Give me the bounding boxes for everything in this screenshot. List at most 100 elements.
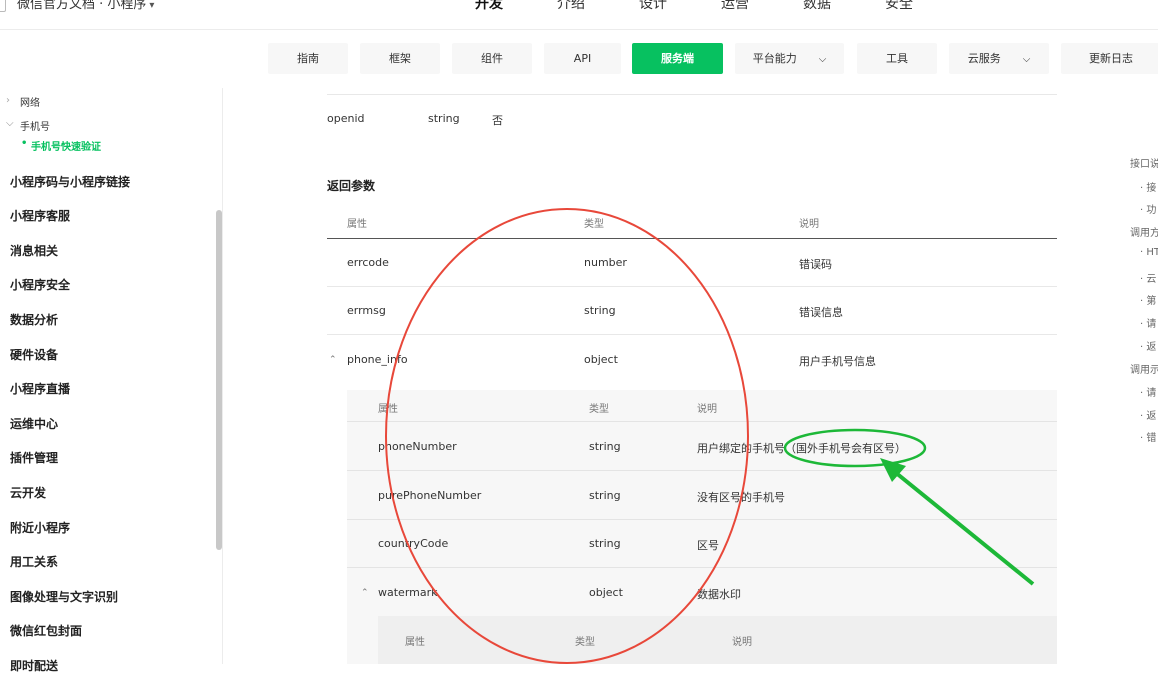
- sidebar-item[interactable]: 微信红包封面: [10, 622, 82, 639]
- nested-row-desc: 没有区号的手机号: [697, 491, 785, 504]
- toc-item[interactable]: · 第: [1140, 292, 1156, 307]
- nested-row-name: phoneNumber: [378, 440, 457, 453]
- chevron-down-icon: ▾: [149, 0, 155, 11]
- toc-item[interactable]: · 请: [1140, 384, 1156, 399]
- toc-item[interactable]: · 接: [1140, 179, 1156, 194]
- table-row-type: number: [584, 256, 627, 269]
- nested-header-desc: 说明: [697, 404, 717, 415]
- table-divider: [327, 334, 1057, 335]
- subnav-framework[interactable]: 框架: [360, 43, 440, 74]
- sidebar-item-phone-quick-verify[interactable]: 手机号快速验证: [31, 138, 101, 153]
- table-row-type: object: [584, 353, 618, 366]
- toc-item[interactable]: · 请: [1140, 315, 1156, 330]
- sidebar-item[interactable]: 小程序安全: [10, 276, 70, 293]
- subnav-guide[interactable]: 指南: [268, 43, 348, 74]
- toc-item[interactable]: 调用方: [1130, 224, 1158, 239]
- table-row-desc: 用户手机号信息: [799, 355, 876, 368]
- toc-item[interactable]: · 功: [1140, 201, 1156, 216]
- toc-item[interactable]: · 错: [1140, 429, 1156, 444]
- nested-row-desc: 区号: [697, 539, 719, 552]
- subnav-api[interactable]: API: [544, 43, 621, 74]
- subnav-cloud[interactable]: 云服务 ⌵: [949, 43, 1049, 74]
- sidebar-item[interactable]: 小程序码与小程序链接: [10, 173, 130, 190]
- table-divider: [347, 519, 1057, 520]
- collapse-icon[interactable]: ⌃: [329, 355, 337, 365]
- toc-item[interactable]: · 返: [1140, 338, 1156, 353]
- top-bar: 微信官方文档 · 小程序 ▾ 开发 介绍 设计 运营 数据 安全: [0, 0, 1158, 30]
- table-header-divider: [327, 238, 1057, 239]
- sidebar-item[interactable]: 硬件设备: [10, 346, 58, 363]
- sidebar-item-network[interactable]: 网络: [20, 94, 40, 109]
- sidebar-item[interactable]: 附近小程序: [10, 519, 70, 536]
- toc-item[interactable]: 接口说: [1130, 155, 1158, 170]
- toc-item[interactable]: · 云: [1140, 270, 1156, 285]
- watermark-header-name: 属性: [405, 637, 425, 648]
- nested-row-name: watermark: [378, 586, 438, 599]
- watermark-header-desc: 说明: [732, 637, 752, 648]
- chevron-down-icon: ⌵: [818, 54, 827, 65]
- nested-header-type: 类型: [589, 404, 609, 415]
- table-row-name: errcode: [347, 256, 389, 269]
- subnav-server[interactable]: 服务端: [632, 43, 723, 74]
- topnav-intro[interactable]: 介绍: [557, 0, 585, 13]
- table-row-name: errmsg: [347, 304, 386, 317]
- sidebar-item[interactable]: 即时配送: [10, 657, 58, 674]
- nested-row-type: object: [589, 586, 623, 599]
- brand[interactable]: 微信官方文档 · 小程序 ▾: [0, 0, 154, 12]
- table-header-desc: 说明: [799, 219, 819, 230]
- sidebar-item[interactable]: 用工关系: [10, 553, 58, 570]
- nested-row-desc: 数据水印: [697, 588, 741, 601]
- sidebar-item[interactable]: 运维中心: [10, 415, 58, 432]
- chevron-down-icon: ⌵: [1022, 54, 1031, 65]
- toc-item[interactable]: 调用示: [1130, 361, 1158, 376]
- table-row-desc: 错误信息: [799, 306, 843, 319]
- subnav-cloud-label: 云服务: [967, 52, 1001, 65]
- logo-icon: [0, 0, 6, 12]
- sidebar-item[interactable]: 云开发: [10, 484, 46, 501]
- sidebar-item[interactable]: 小程序直播: [10, 380, 70, 397]
- sidebar-item[interactable]: 小程序客服: [10, 207, 70, 224]
- toc-item[interactable]: · HT: [1140, 247, 1158, 258]
- sidebar-item-phone[interactable]: 手机号: [20, 118, 50, 133]
- table-divider: [347, 470, 1057, 471]
- subnav-component[interactable]: 组件: [452, 43, 532, 74]
- table-divider: [347, 567, 1057, 568]
- table-row-type: string: [584, 304, 616, 317]
- topnav-design[interactable]: 设计: [639, 0, 667, 13]
- subnav-platform[interactable]: 平台能力 ⌵: [735, 43, 844, 74]
- table-divider: [327, 94, 1057, 95]
- request-param-required: 否: [492, 114, 503, 127]
- nested-row-type: string: [589, 537, 621, 550]
- table-header-name: 属性: [347, 219, 367, 230]
- collapse-icon[interactable]: ⌃: [361, 588, 369, 598]
- subnav-platform-label: 平台能力: [752, 52, 797, 65]
- subnav-changelog[interactable]: 更新日志: [1061, 43, 1158, 74]
- sidebar-item[interactable]: 插件管理: [10, 449, 58, 466]
- watermark-header-type: 类型: [575, 637, 595, 648]
- topnav-data[interactable]: 数据: [803, 0, 831, 13]
- sidebar-item[interactable]: 数据分析: [10, 311, 58, 328]
- bullet-icon: •: [21, 138, 28, 149]
- nested-row-name: countryCode: [378, 537, 449, 550]
- topnav-operation[interactable]: 运营: [721, 0, 749, 13]
- nested-row-type: string: [589, 440, 621, 453]
- nested-row-name: purePhoneNumber: [378, 489, 482, 502]
- subnav-tools[interactable]: 工具: [857, 43, 937, 74]
- section-title: 返回参数: [327, 179, 376, 193]
- table-divider: [327, 286, 1057, 287]
- brand-title: 微信官方文档 · 小程序: [17, 0, 147, 12]
- sidebar-scrollbar[interactable]: [216, 210, 222, 550]
- request-param-name: openid: [327, 112, 365, 125]
- sidebar-item[interactable]: 消息相关: [10, 242, 58, 259]
- sidebar-item[interactable]: 图像处理与文字识别: [10, 588, 118, 605]
- nested-header-name: 属性: [378, 404, 398, 415]
- nested-row-type: string: [589, 489, 621, 502]
- toc-item[interactable]: · 返: [1140, 407, 1156, 422]
- chevron-down-icon: ⌵: [6, 118, 14, 129]
- topnav-security[interactable]: 安全: [885, 0, 913, 13]
- chevron-right-icon: ›: [6, 95, 10, 106]
- table-divider: [347, 421, 1057, 422]
- topnav-dev[interactable]: 开发: [475, 0, 503, 13]
- table-row-name: phone_info: [347, 353, 408, 366]
- table-row-desc: 错误码: [799, 258, 832, 271]
